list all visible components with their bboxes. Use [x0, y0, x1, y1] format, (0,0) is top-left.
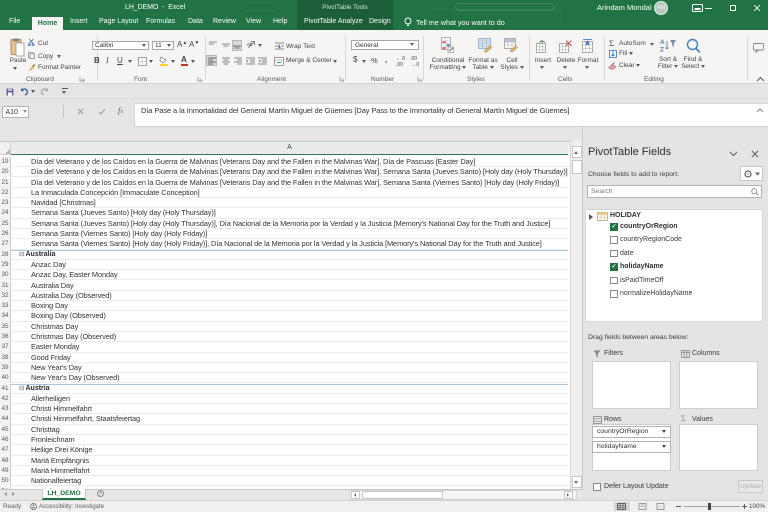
svg-text:ab: ab [247, 42, 253, 48]
svg-text:A: A [660, 39, 665, 46]
svg-text:Z: Z [660, 47, 664, 54]
